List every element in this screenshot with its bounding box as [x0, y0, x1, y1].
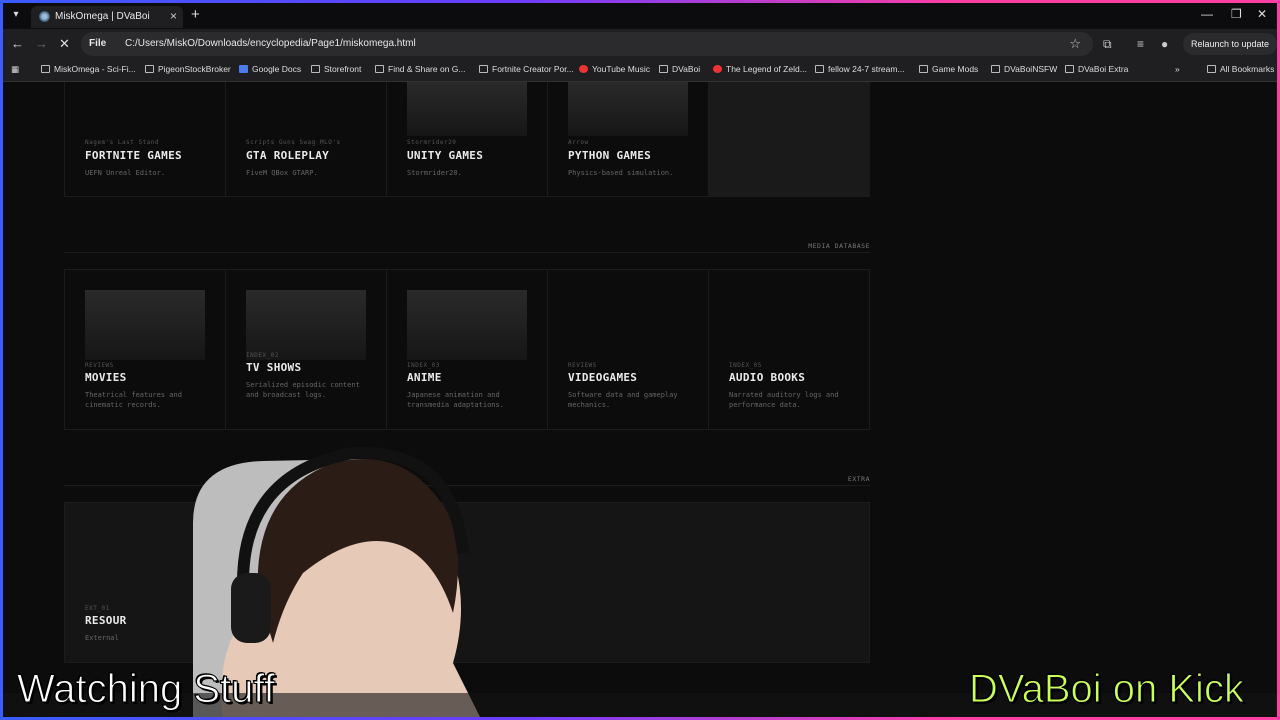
card-kicker: Scripts Guns Swag MLO's: [246, 139, 341, 146]
address-bar[interactable]: File C:/Users/MiskO/Downloads/encycloped…: [81, 32, 1093, 56]
card-title: MOVIES: [85, 371, 127, 384]
card-title: RESOUR: [85, 614, 127, 627]
card-desc: FiveM QBox GTARP.: [246, 169, 318, 177]
bookmark-item[interactable]: All Bookmarks: [1207, 64, 1274, 74]
card-title: GTA ROLEPLAY: [246, 149, 330, 162]
card-movies[interactable]: REVIEWS MOVIES Theatrical features and c…: [65, 270, 226, 429]
star-icon[interactable]: ☆: [1069, 36, 1081, 52]
new-tab-icon[interactable]: +: [191, 6, 200, 23]
card-title: VIDEOGAMES: [568, 371, 638, 384]
card-thumbnail: [85, 290, 205, 360]
card-tv-shows[interactable]: INDEX_02 TV SHOWS Serialized episodic co…: [226, 270, 387, 429]
bookmark-item[interactable]: PigeonStockBroker: [145, 64, 231, 74]
close-tab-icon[interactable]: ×: [170, 9, 177, 23]
games-grid: Nagem's Last Stand FORTNITE GAMES UEFN U…: [64, 82, 870, 197]
card-thumbnail: [246, 290, 366, 360]
card-kicker: Arrow: [568, 139, 589, 146]
stream-frame: ▾ MiskOmega | DVaBoi × + — ❐ ✕ ← → ✕ Fil…: [0, 0, 1280, 720]
card-desc: Serialized episodic content and broadcas…: [246, 381, 360, 399]
card-kicker: EXT_01: [85, 605, 110, 612]
card-thumbnail: [568, 82, 688, 136]
tab-strip: ▾ MiskOmega | DVaBoi × + — ❐ ✕: [3, 3, 1277, 29]
tab-title: MiskOmega | DVaBoi: [55, 11, 150, 22]
bookmark-item[interactable]: The Legend of Zeld...: [713, 64, 807, 74]
profile-avatar-icon[interactable]: ●: [1161, 37, 1168, 51]
card-kicker: INDEX_05: [729, 362, 762, 369]
card-desc: Software data and gameplay mechanics.: [568, 391, 678, 409]
tab-search-icon[interactable]: ▾: [9, 8, 23, 22]
card-anime[interactable]: INDEX_03 ANIME Japanese animation and tr…: [387, 270, 548, 429]
bookmark-item[interactable]: DVaBoi Extra: [1065, 64, 1128, 74]
card-kicker: Nagem's Last Stand: [85, 139, 160, 146]
tab-active[interactable]: MiskOmega | DVaBoi ×: [31, 6, 183, 28]
bookmark-item[interactable]: DVaBoi: [659, 64, 700, 74]
card-desc: Stormrider20.: [407, 169, 462, 177]
bookmark-item[interactable]: Game Mods: [919, 64, 978, 74]
card-title: ANIME: [407, 371, 442, 384]
overlay-left-caption: Watching Stuff: [17, 667, 276, 712]
back-arrow-icon[interactable]: ←: [11, 36, 24, 51]
card-kicker: Stormrider20: [407, 139, 457, 146]
close-window-icon[interactable]: ✕: [1257, 7, 1267, 21]
card-unity-games[interactable]: Stormrider20 UNITY GAMES Stormrider20.: [387, 82, 548, 196]
stop-loading-icon[interactable]: ✕: [59, 36, 70, 52]
card-kicker: REVIEWS: [568, 362, 597, 369]
restore-icon[interactable]: ❐: [1231, 7, 1242, 21]
media-grid: REVIEWS MOVIES Theatrical features and c…: [64, 269, 870, 430]
headphone-cup: [231, 573, 271, 643]
card-empty: [709, 82, 870, 196]
card-videogames[interactable]: REVIEWS VIDEOGAMES Software data and gam…: [548, 270, 709, 429]
bookmark-item[interactable]: Fortnite Creator Por...: [479, 64, 574, 74]
bookmark-item[interactable]: MiskOmega - Sci-Fi...: [41, 64, 136, 74]
card-desc: Japanese animation and transmedia adapta…: [407, 391, 504, 409]
bookmark-item[interactable]: Google Docs: [239, 64, 301, 74]
browser-toolbar: ← → ✕ File C:/Users/MiskO/Downloads/ency…: [3, 29, 1277, 59]
bookmarks-bar: ▦ MiskOmega - Sci-Fi... PigeonStockBroke…: [3, 59, 1277, 82]
card-gta-roleplay[interactable]: Scripts Guns Swag MLO's GTA ROLEPLAY Fiv…: [226, 82, 387, 196]
more-bookmarks-icon[interactable]: »: [1175, 64, 1180, 74]
card-title: PYTHON GAMES: [568, 149, 652, 162]
minimize-icon[interactable]: —: [1201, 7, 1213, 21]
card-title: UNITY GAMES: [407, 149, 484, 162]
media-control-icon[interactable]: ≡: [1137, 37, 1144, 51]
card-python-games[interactable]: Arrow PYTHON GAMES Physics-based simulat…: [548, 82, 709, 196]
card-title: TV SHOWS: [246, 361, 302, 374]
section-label-media: MEDIA DATABASE: [808, 242, 870, 250]
apps-grid-icon[interactable]: ▦: [11, 64, 19, 75]
card-thumbnail: [407, 290, 527, 360]
card-desc: Narrated auditory logs and performance d…: [729, 391, 839, 409]
section-divider: [64, 252, 870, 253]
globe-icon: [39, 11, 50, 22]
card-kicker: REVIEWS: [85, 362, 114, 369]
card-desc: Theatrical features and cinematic record…: [85, 391, 182, 409]
extensions-icon[interactable]: ⧉: [1103, 37, 1112, 52]
card-desc: Physics-based simulation.: [568, 169, 674, 177]
site-info-chip[interactable]: File: [89, 38, 106, 49]
card-kicker: INDEX_03: [407, 362, 440, 369]
card-kicker: INDEX_02: [246, 352, 279, 359]
relaunch-button[interactable]: Relaunch to update: [1183, 33, 1277, 55]
overlay-right-caption: DVaBoi on Kick: [969, 667, 1245, 712]
url-text: C:/Users/MiskO/Downloads/encyclopedia/Pa…: [125, 38, 416, 49]
forward-arrow-icon[interactable]: →: [35, 36, 48, 51]
bookmark-item[interactable]: YouTube Music: [579, 64, 650, 74]
card-title: AUDIO BOOKS: [729, 371, 806, 384]
card-fortnite-games[interactable]: Nagem's Last Stand FORTNITE GAMES UEFN U…: [65, 82, 226, 196]
bookmark-item[interactable]: Find & Share on G...: [375, 64, 465, 74]
card-audio-books[interactable]: INDEX_05 AUDIO BOOKS Narrated auditory l…: [709, 270, 870, 429]
bookmark-item[interactable]: Storefront: [311, 64, 361, 74]
section-label-extra: EXTRA: [847, 475, 870, 483]
card-desc: UEFN Unreal Editor.: [85, 169, 166, 177]
card-title: FORTNITE GAMES: [85, 149, 182, 162]
bookmark-item[interactable]: fellow 24-7 stream...: [815, 64, 905, 74]
card-thumbnail: [407, 82, 527, 136]
bookmark-item[interactable]: DVaBoiNSFW: [991, 64, 1057, 74]
